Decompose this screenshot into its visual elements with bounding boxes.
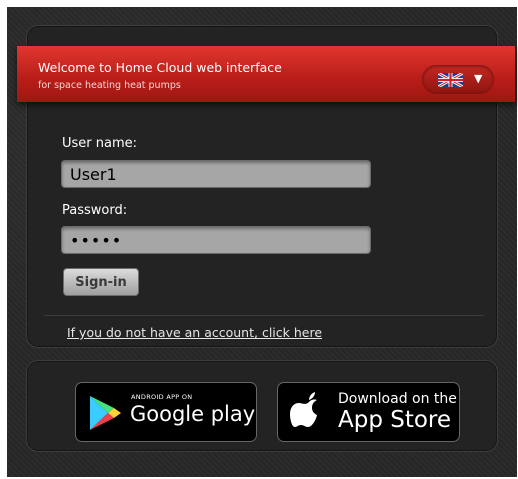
google-play-icon	[90, 396, 121, 430]
google-play-caption: ANDROID APP ON	[131, 393, 193, 401]
apple-icon	[290, 392, 317, 427]
password-input[interactable]	[61, 226, 371, 254]
banner-subtitle: for space heating heat pumps	[38, 80, 181, 91]
uk-flag-icon	[438, 73, 463, 87]
app-store-caption: Download on the	[338, 391, 457, 407]
username-label: User name:	[62, 136, 138, 151]
google-play-label: Google play	[130, 402, 256, 426]
username-input[interactable]	[61, 160, 371, 188]
sign-in-button[interactable]: Sign-in	[63, 268, 139, 296]
password-label: Password:	[62, 203, 128, 218]
app-store-button[interactable]: Download on the App Store	[277, 382, 460, 442]
app-store-label: App Store	[338, 407, 452, 433]
chevron-down-icon: ▼	[474, 72, 483, 85]
welcome-banner: Welcome to Home Cloud web interface for …	[17, 46, 515, 102]
banner-title: Welcome to Home Cloud web interface	[38, 60, 282, 75]
language-selector[interactable]: ▼	[422, 65, 494, 94]
register-link[interactable]: If you do not have an account, click her…	[67, 325, 322, 340]
google-play-button[interactable]: ANDROID APP ON Google play	[75, 382, 257, 442]
divider	[44, 315, 484, 316]
